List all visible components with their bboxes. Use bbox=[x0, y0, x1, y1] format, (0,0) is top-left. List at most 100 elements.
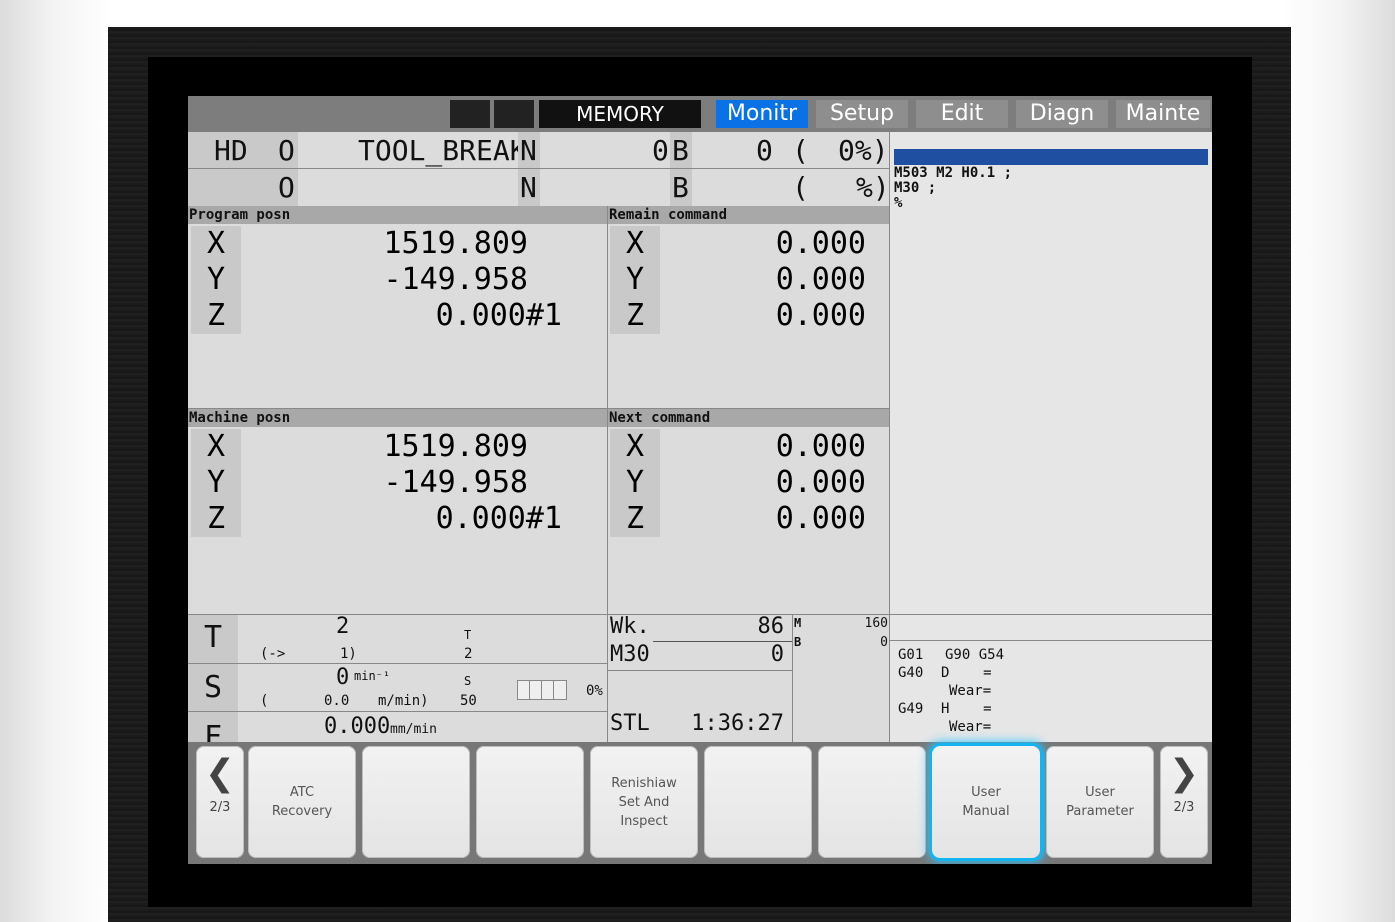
tool-t-small: T bbox=[464, 628, 472, 642]
renishaw-set-inspect-button[interactable]: Renishiaw Set And Inspect bbox=[590, 746, 698, 858]
program-posn-title: Program posn bbox=[188, 206, 607, 224]
stl-value: 1:36:27 bbox=[691, 711, 784, 736]
softkey-5[interactable] bbox=[704, 746, 812, 858]
mode-indicator: MEMORY bbox=[539, 100, 701, 128]
chevron-right-icon: ❯ bbox=[1168, 753, 1200, 794]
tool-divider bbox=[188, 663, 607, 664]
modal-divider bbox=[890, 640, 1212, 641]
work-counter-value: 86 bbox=[757, 614, 785, 639]
program-name: TOOL_BREAK bbox=[358, 134, 527, 167]
modal-code: G49 bbox=[898, 701, 924, 717]
next-page-button[interactable]: ❯ 2/3 bbox=[1160, 746, 1208, 858]
remain-x-value: 0.000 bbox=[775, 226, 866, 261]
axis-label: X bbox=[191, 429, 241, 465]
atc-recovery-button[interactable]: ATC Recovery bbox=[248, 746, 356, 858]
n-label-2: N bbox=[520, 171, 537, 204]
tab-monitor[interactable]: Monitr bbox=[716, 100, 808, 128]
spindle-label: S bbox=[204, 670, 223, 705]
tool-arrow: (-> bbox=[260, 646, 286, 662]
user-parameter-button[interactable]: User Parameter bbox=[1046, 746, 1154, 858]
modal-code: G01 bbox=[898, 647, 924, 663]
modal-code: D = bbox=[941, 665, 992, 681]
feed-value: 0.000 bbox=[324, 714, 391, 739]
b-code-value: 0 bbox=[880, 635, 888, 650]
tab-edit[interactable]: Edit bbox=[916, 100, 1008, 128]
user-manual-button[interactable]: User Manual bbox=[932, 746, 1040, 858]
softkey-3[interactable] bbox=[476, 746, 584, 858]
chevron-left-icon: ❮ bbox=[204, 753, 236, 794]
axis-label: Z bbox=[610, 501, 660, 537]
axis-label: X bbox=[191, 226, 241, 262]
tool-number: 2 bbox=[336, 614, 350, 639]
tool-next: 1) bbox=[340, 646, 357, 662]
axis-label: Y bbox=[191, 465, 241, 501]
right-divider bbox=[889, 132, 890, 742]
spindle-s-small-value: 50 bbox=[460, 693, 477, 709]
axis-label: X bbox=[610, 226, 660, 262]
counter-divider bbox=[607, 614, 608, 742]
softkey-2[interactable] bbox=[362, 746, 470, 858]
machine-posn-title: Machine posn bbox=[188, 409, 607, 427]
axis-label: Z bbox=[191, 298, 241, 334]
program-x-value: 1519.809 bbox=[383, 226, 529, 261]
modal-code: G40 bbox=[898, 665, 924, 681]
modal-code: Wear= bbox=[949, 683, 992, 699]
modal-code: Wear= bbox=[949, 719, 992, 735]
axis-label: Z bbox=[610, 298, 660, 334]
axis-label: Y bbox=[610, 262, 660, 298]
work-counter-label: Wk. bbox=[610, 614, 650, 639]
m-code-value: 160 bbox=[864, 616, 888, 631]
prev-page-button[interactable]: ❮ 2/3 bbox=[196, 746, 244, 858]
tab-diagnostics[interactable]: Diagn bbox=[1016, 100, 1108, 128]
b-label-2: B bbox=[672, 171, 689, 204]
tab-maintenance[interactable]: Mainte bbox=[1116, 100, 1210, 128]
next-z-value: 0.000 bbox=[775, 501, 866, 536]
spindle-paren: ( bbox=[260, 693, 269, 709]
surface-speed: 0.0 bbox=[324, 693, 350, 709]
program-z-value: 0.000#1 bbox=[435, 298, 562, 333]
paren-open: ( bbox=[792, 134, 809, 167]
axis-label: X bbox=[610, 429, 660, 465]
next-x-value: 0.000 bbox=[775, 429, 866, 464]
surface-speed-unit: m/min) bbox=[378, 693, 429, 709]
program-listing-panel[interactable] bbox=[890, 132, 1212, 742]
tool-label: T bbox=[204, 620, 223, 655]
program-line: M30 ; bbox=[894, 180, 937, 196]
page-indicator: 2/3 bbox=[1173, 800, 1195, 815]
machine-x-value: 1519.809 bbox=[383, 429, 529, 464]
axis-label: Y bbox=[610, 465, 660, 501]
b-code-label: B bbox=[794, 635, 802, 649]
spindle-load-percent: 0% bbox=[586, 683, 603, 699]
machine-y-value: -149.958 bbox=[383, 465, 529, 500]
progress-percent-2: %) bbox=[856, 171, 890, 204]
counter-divider-2 bbox=[608, 670, 792, 671]
spindle-speed: 0 bbox=[336, 665, 350, 690]
remain-y-value: 0.000 bbox=[775, 262, 866, 297]
program-line: M503 M2 H0.1 ; bbox=[894, 165, 1013, 181]
tab-setup[interactable]: Setup bbox=[816, 100, 908, 128]
status-indicator-2 bbox=[494, 100, 534, 128]
feed-unit: mm/min bbox=[390, 722, 437, 737]
cursor-bar bbox=[894, 149, 1208, 165]
modal-code: G90 G54 bbox=[945, 647, 1005, 663]
modal-code: H = bbox=[941, 701, 992, 717]
stl-label: STL bbox=[610, 711, 650, 736]
program-y-value: -149.958 bbox=[383, 262, 529, 297]
m30-counter-label: M30 bbox=[610, 642, 650, 667]
counter-divider-3 bbox=[792, 614, 793, 742]
m-code-label: M bbox=[794, 616, 802, 630]
remain-command-title: Remain command bbox=[608, 206, 890, 224]
hd-label: HD bbox=[214, 134, 248, 167]
program-line: % bbox=[894, 195, 903, 211]
spindle-divider bbox=[188, 711, 607, 712]
next-command-title: Next command bbox=[608, 409, 890, 427]
progress-percent: 0%) bbox=[838, 134, 889, 167]
axis-label: Z bbox=[191, 501, 241, 537]
b-label: B bbox=[672, 134, 689, 167]
n-label: N bbox=[520, 134, 537, 167]
next-y-value: 0.000 bbox=[775, 465, 866, 500]
spindle-load-meter bbox=[517, 680, 567, 700]
n-value: 0 bbox=[652, 134, 669, 167]
spindle-unit: min⁻¹ bbox=[354, 669, 391, 683]
softkey-6[interactable] bbox=[818, 746, 926, 858]
